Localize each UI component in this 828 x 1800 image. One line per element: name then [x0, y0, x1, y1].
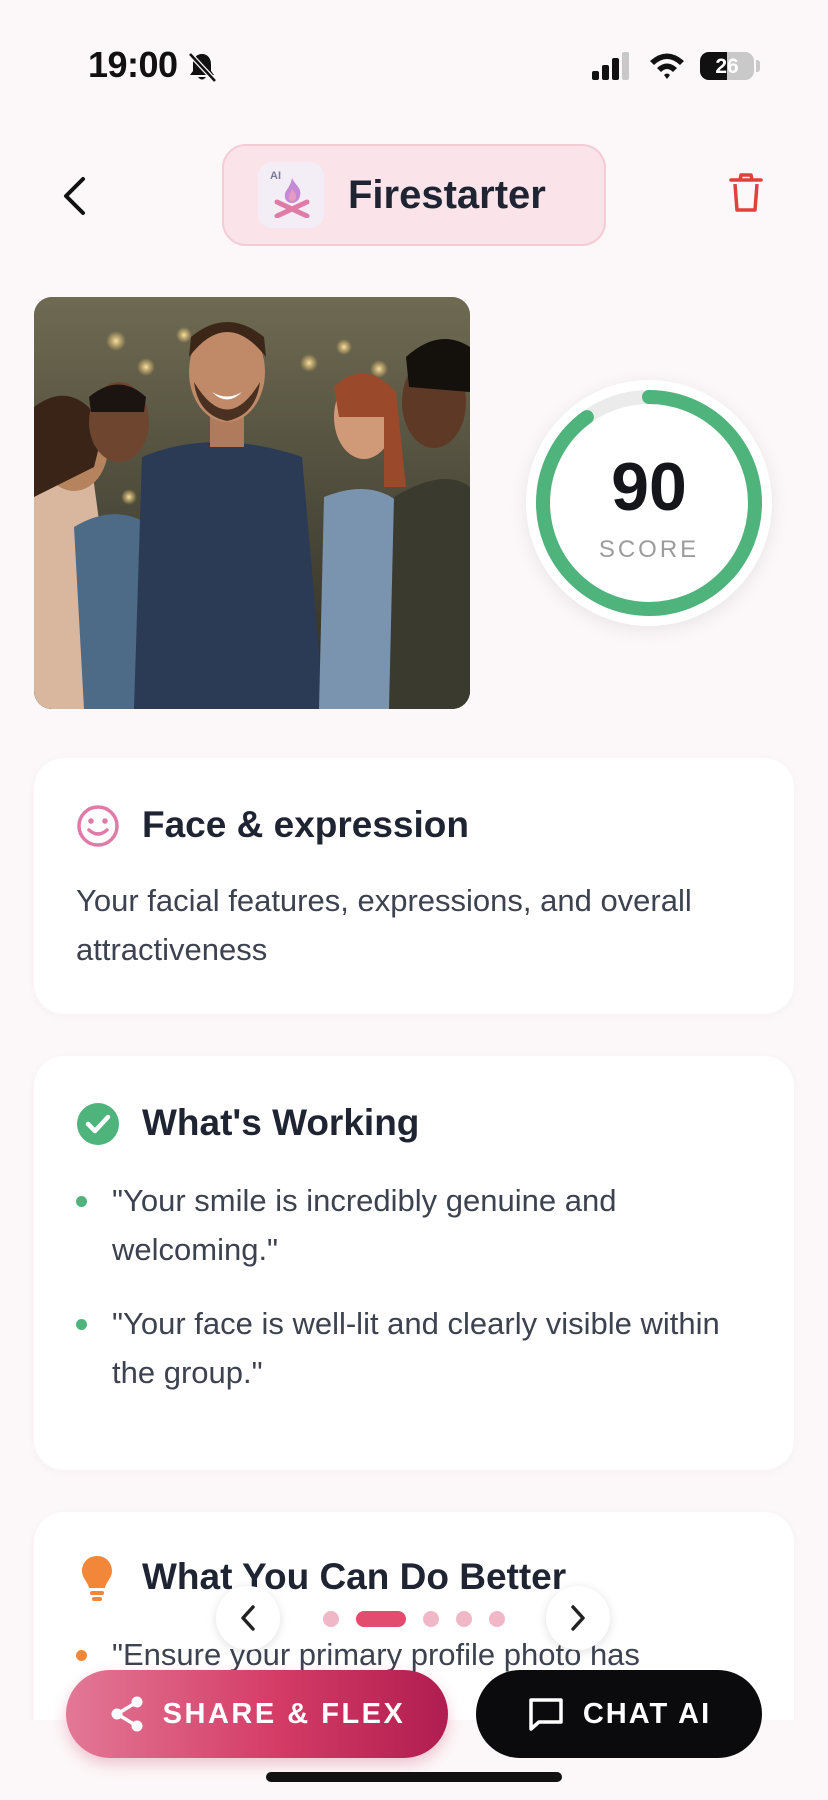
lightbulb-icon — [82, 1556, 112, 1601]
share-icon — [111, 1696, 143, 1732]
chat-button-label: CHAT AI — [582, 1697, 712, 1730]
score-ring: 90 SCORE — [526, 380, 772, 626]
title-pill: AI Firestarter — [222, 144, 606, 246]
share-button-label: SHARE & FLEX — [162, 1697, 406, 1730]
pager-dot[interactable] — [423, 1611, 439, 1627]
wifi-icon — [650, 53, 684, 79]
battery-level: 26 — [715, 55, 739, 78]
chevron-left-icon — [241, 1605, 255, 1631]
pager-next-button[interactable] — [546, 1586, 610, 1650]
status-time: 19:00 — [88, 44, 178, 85]
pager-dot[interactable] — [489, 1611, 505, 1627]
card-heading: What You Can Do Better — [142, 1556, 567, 1597]
signal-icon — [592, 52, 629, 80]
status-bar: 19:00 26 — [0, 0, 828, 130]
delete-button[interactable] — [728, 172, 764, 214]
chat-bubble-icon — [529, 1698, 563, 1731]
chevron-left-icon — [64, 177, 85, 215]
home-indicator — [266, 1772, 562, 1782]
bullet-dot — [76, 1196, 87, 1207]
score-value: 90 — [611, 449, 687, 525]
battery-icon: 26 — [700, 52, 754, 80]
face-expression-card: Face & expression Your facial features, … — [34, 758, 794, 1014]
smiley-icon — [77, 805, 119, 847]
pager-dot-active[interactable] — [356, 1611, 406, 1627]
check-circle-icon — [77, 1103, 119, 1145]
chat-ai-button[interactable]: CHAT AI — [476, 1670, 762, 1758]
trash-icon — [729, 173, 763, 212]
card-heading: Face & expression — [142, 804, 469, 845]
score-label: SCORE — [598, 536, 700, 563]
share-flex-button[interactable]: SHARE & FLEX — [66, 1670, 448, 1758]
battery-tip — [756, 60, 760, 72]
profile-photo[interactable] — [34, 297, 470, 709]
pager-prev-button[interactable] — [216, 1586, 280, 1650]
chevron-right-icon — [571, 1605, 585, 1631]
back-button[interactable] — [52, 170, 96, 222]
card-body: Your facial features, expressions, and o… — [76, 883, 692, 967]
list-item: "Your smile is incredibly genuine and we… — [112, 1183, 617, 1267]
list-item: "Your face is well-lit and clearly visib… — [112, 1306, 720, 1390]
firestarter-logo-icon: AI — [258, 162, 324, 228]
card-heading: What's Working — [142, 1102, 420, 1143]
pager-dot[interactable] — [456, 1611, 472, 1627]
bell-slash-icon — [188, 52, 217, 83]
page-title: Firestarter — [348, 172, 546, 217]
pager-dot[interactable] — [323, 1611, 339, 1627]
whats-working-card: What's Working "Your smile is incredibly… — [34, 1056, 794, 1470]
bullet-dot — [76, 1319, 87, 1330]
bullet-dot — [76, 1650, 87, 1661]
